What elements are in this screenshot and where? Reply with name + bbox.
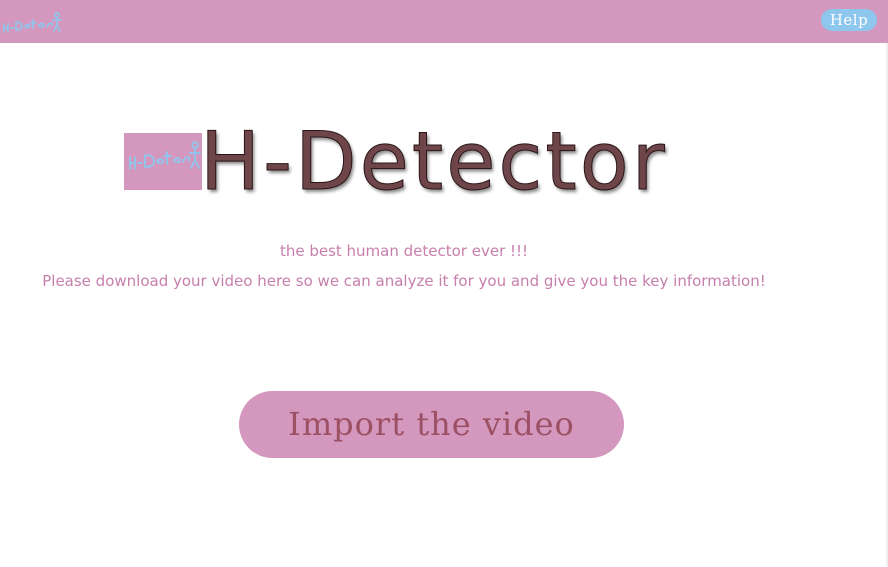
help-button[interactable]: Help bbox=[821, 9, 877, 31]
page: Help H-Detector the best human detector … bbox=[0, 0, 888, 567]
import-video-button[interactable]: Import the video bbox=[239, 391, 624, 458]
h-detector-logo-icon bbox=[124, 133, 202, 190]
tagline: the best human detector ever !!! bbox=[279, 242, 529, 260]
h-detector-logo-icon[interactable] bbox=[2, 8, 62, 34]
top-bar: Help bbox=[0, 0, 888, 43]
upload-instructions: Please download your video here so we ca… bbox=[42, 272, 766, 290]
app-title: H-Detector bbox=[200, 115, 668, 209]
